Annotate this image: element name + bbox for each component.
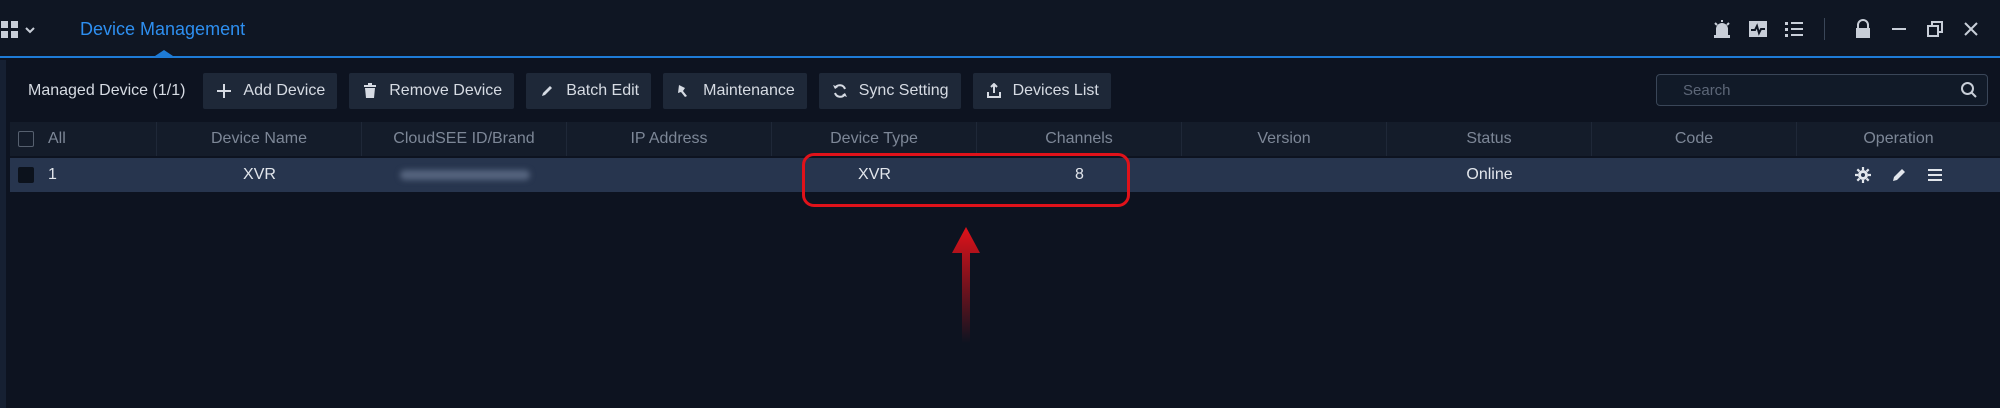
cell-cloudsee-id: [362, 158, 567, 192]
column-header-status[interactable]: Status: [1387, 122, 1592, 156]
managed-device-count: Managed Device (1/1): [28, 82, 186, 99]
cell-status: Online: [1466, 166, 1513, 183]
alarm-icon[interactable]: [1708, 16, 1736, 42]
sync-setting-label: Sync Setting: [858, 82, 949, 99]
column-header-cloudsee-id[interactable]: CloudSEE ID/Brand: [362, 122, 567, 156]
cell-code: [1592, 158, 1797, 192]
lock-icon[interactable]: [1849, 16, 1877, 42]
select-all-label: All: [48, 130, 66, 147]
annotation-highlight-box: [802, 153, 1130, 207]
row-select-cell: 1: [10, 158, 157, 192]
device-toolbar: Managed Device (1/1) Add Device Remove D…: [10, 70, 2000, 112]
maintenance-label: Maintenance: [703, 82, 795, 99]
titlebar-tools: [1700, 16, 1985, 42]
column-header-channels[interactable]: Channels: [977, 122, 1182, 156]
add-device-label: Add Device: [243, 82, 326, 99]
remove-device-button[interactable]: Remove Device: [349, 73, 515, 109]
titlebar-separator: [1824, 18, 1825, 40]
monitor-icon[interactable]: [1744, 16, 1772, 42]
column-header-device-type[interactable]: Device Type: [772, 122, 977, 156]
title-bar: Device Management: [0, 0, 2000, 58]
restore-icon[interactable]: [1921, 16, 1949, 42]
menu-icon[interactable]: [1923, 163, 1947, 187]
column-header-version[interactable]: Version: [1182, 122, 1387, 156]
wrench-icon: [675, 82, 693, 100]
cell-version: [1182, 158, 1387, 192]
maintenance-button[interactable]: Maintenance: [663, 73, 807, 109]
devices-list-button[interactable]: Devices List: [972, 73, 1111, 109]
search-box: [1656, 74, 1988, 106]
settings-gear-icon[interactable]: [1851, 163, 1875, 187]
trash-icon: [361, 82, 379, 100]
sync-icon: [831, 82, 849, 100]
devices-list-label: Devices List: [1012, 82, 1099, 99]
tab-active-indicator: [152, 50, 176, 58]
pencil-icon: [538, 82, 556, 100]
add-device-button[interactable]: Add Device: [203, 73, 338, 109]
column-header-code[interactable]: Code: [1592, 122, 1797, 156]
table-header: All Device Name CloudSEE ID/Brand IP Add…: [10, 122, 2000, 156]
column-header-all[interactable]: All: [10, 122, 157, 156]
app-menu-button[interactable]: [0, 18, 40, 42]
column-header-operation: Operation: [1863, 130, 1934, 147]
close-icon[interactable]: [1957, 16, 1985, 42]
remove-device-label: Remove Device: [389, 82, 503, 99]
annotation-arrow-icon: [952, 227, 980, 343]
cell-operation: [1797, 158, 2000, 192]
list-icon[interactable]: [1780, 16, 1808, 42]
batch-edit-button[interactable]: Batch Edit: [526, 73, 652, 109]
minimize-icon[interactable]: [1885, 16, 1913, 42]
cell-device-name: XVR: [243, 166, 276, 183]
search-icon[interactable]: [1951, 81, 1987, 99]
plus-icon: [215, 82, 233, 100]
export-icon: [985, 82, 1003, 100]
apps-grid-icon: [1, 21, 18, 38]
search-input[interactable]: [1657, 81, 1951, 99]
chevron-down-icon: [25, 27, 35, 34]
column-header-device-name[interactable]: Device Name: [157, 122, 362, 156]
row-index: 1: [48, 166, 57, 183]
batch-edit-label: Batch Edit: [566, 82, 640, 99]
column-header-ip-address[interactable]: IP Address: [567, 122, 772, 156]
sync-setting-button[interactable]: Sync Setting: [818, 73, 961, 109]
row-checkbox[interactable]: [18, 167, 34, 183]
select-all-checkbox[interactable]: [18, 131, 34, 147]
redacted-cloudsee-id: [399, 170, 530, 180]
cell-ip-address: [567, 158, 772, 192]
edit-pencil-icon[interactable]: [1887, 163, 1911, 187]
left-edge-panel: [0, 60, 6, 408]
